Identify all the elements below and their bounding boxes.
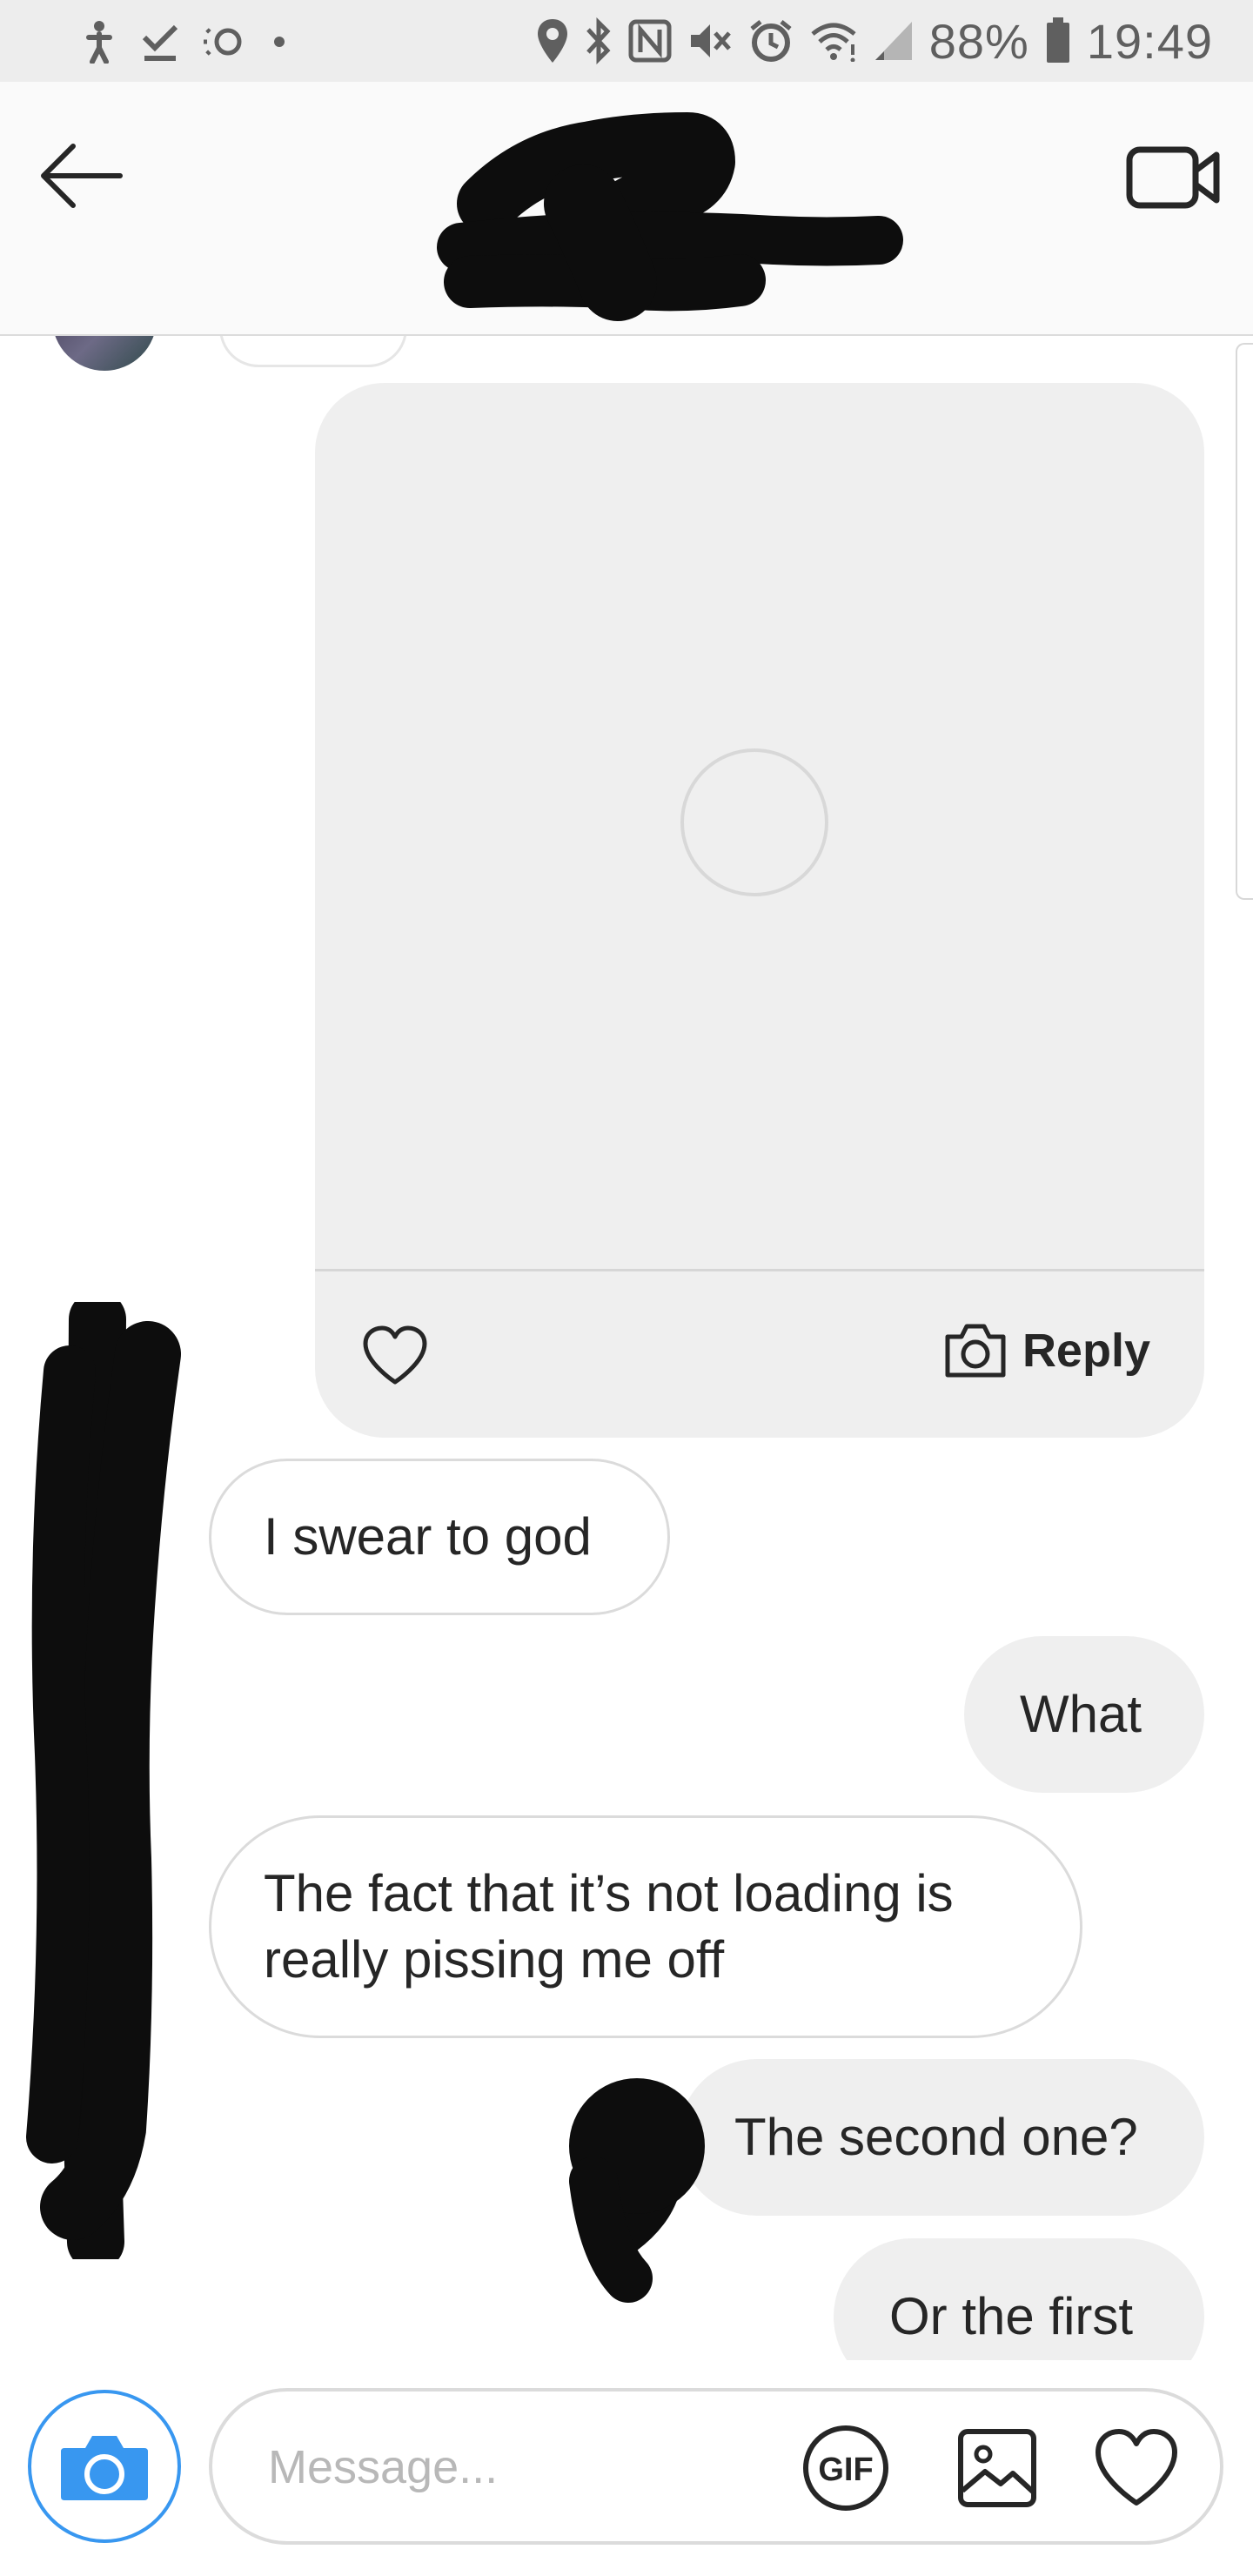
back-button[interactable]	[35, 132, 131, 219]
camera-button[interactable]	[28, 2390, 181, 2543]
image-icon	[958, 2429, 1036, 2507]
message-incoming[interactable]: The fact that it’s not loading is really…	[209, 1815, 1082, 2038]
media-message[interactable]: Reply	[315, 383, 1204, 1438]
message-input-container: GIF	[209, 2388, 1223, 2545]
location-icon	[536, 17, 569, 64]
battery-icon	[1045, 17, 1071, 64]
status-left-icons	[80, 17, 285, 66]
reply-label: Reply	[1022, 1325, 1150, 1377]
message-composer: GIF	[0, 2360, 1253, 2576]
cloud-sync-icon	[202, 23, 251, 61]
status-right-icons: 88% 19:49	[536, 12, 1213, 70]
like-button[interactable]	[1091, 2426, 1182, 2510]
partial-message-bubble	[219, 336, 407, 367]
like-button[interactable]	[360, 1325, 430, 1387]
gif-label: GIF	[818, 2452, 873, 2488]
message-outgoing[interactable]: The second one?	[679, 2059, 1204, 2216]
bluetooth-icon	[585, 17, 613, 64]
video-camera-icon	[1126, 146, 1220, 209]
redacted-avatar-column	[17, 1291, 191, 2271]
mute-icon	[687, 19, 733, 63]
scrollbar[interactable]	[1236, 343, 1253, 900]
avatar[interactable]	[52, 336, 157, 371]
message-text: What	[1020, 1685, 1142, 1743]
message-incoming[interactable]: I swear to god	[209, 1459, 670, 1615]
redacted-username	[409, 108, 914, 343]
chat-header	[0, 82, 1253, 336]
nfc-icon	[628, 19, 672, 63]
wifi-icon	[809, 20, 858, 62]
arrow-left-icon	[41, 144, 123, 208]
message-outgoing[interactable]: Or the first	[834, 2238, 1204, 2360]
accessibility-icon	[80, 20, 118, 64]
signal-icon	[874, 20, 914, 62]
loading-spinner	[680, 748, 828, 896]
dot-icon	[273, 36, 285, 48]
message-text: Or the first	[889, 2287, 1134, 2345]
message-text: The second one?	[734, 2108, 1138, 2166]
status-bar: 88% 19:49	[0, 0, 1253, 82]
message-text: I swear to god	[264, 1507, 592, 1566]
message-thread[interactable]: Reply I swear to god What The fact that …	[0, 336, 1253, 2360]
media-divider	[315, 1269, 1204, 1271]
redacted-avatar	[533, 2050, 715, 2303]
heart-outline-icon	[1096, 2429, 1177, 2506]
alarm-icon	[748, 18, 794, 64]
message-input[interactable]	[266, 2426, 722, 2508]
gif-button[interactable]: GIF	[801, 2423, 891, 2513]
download-done-icon	[141, 22, 179, 62]
camera-icon	[945, 1324, 1006, 1378]
reply-button[interactable]: Reply	[942, 1321, 1150, 1380]
video-call-button[interactable]	[1122, 132, 1227, 219]
camera-icon	[61, 2436, 148, 2500]
clock: 19:49	[1086, 13, 1213, 69]
gallery-button[interactable]	[955, 2426, 1039, 2510]
message-text: The fact that it’s not loading is really…	[264, 1864, 954, 1989]
message-outgoing[interactable]: What	[964, 1636, 1204, 1793]
battery-percent: 88%	[928, 13, 1029, 69]
heart-outline-icon	[363, 1325, 427, 1385]
